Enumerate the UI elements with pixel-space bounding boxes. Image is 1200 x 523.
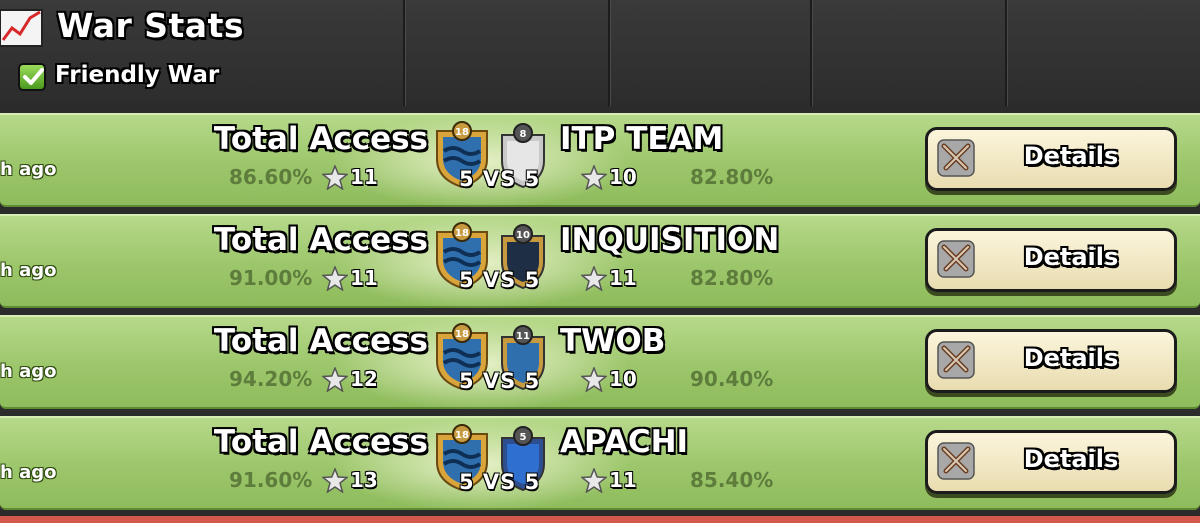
clan-stars-count: 13 — [350, 468, 378, 492]
war-score: 5 VS 5 — [459, 470, 541, 494]
friendly-war-label[interactable]: Friendly War — [55, 62, 219, 88]
opponent-level: 5 — [520, 432, 527, 443]
opponent-stars: 11 — [581, 265, 637, 291]
opponent-stars-count: 10 — [609, 367, 637, 391]
clan-stars: 13 — [322, 467, 378, 493]
opponent-level: 10 — [516, 230, 530, 241]
chart-icon — [0, 9, 43, 47]
clan-stars: 12 — [322, 366, 378, 392]
header-divider — [608, 0, 610, 106]
clan-name: Total Access — [213, 121, 428, 157]
opponent-destruction-percent: 82.80% — [690, 165, 774, 189]
clan-level: 18 — [455, 127, 469, 138]
next-row-edge — [0, 516, 1200, 523]
opponent-name: ITP TEAM — [560, 121, 724, 157]
time-ago: h ago — [0, 462, 57, 483]
clan-stars-count: 11 — [350, 165, 378, 189]
time-ago: h ago — [0, 361, 57, 382]
star-icon — [581, 265, 607, 291]
header-divider — [810, 0, 812, 106]
war-row: h ago Total Access 86.60% 11 18 8 5 VS 5… — [0, 113, 1200, 209]
details-label[interactable]: Details — [928, 445, 1174, 473]
war-row: h ago Total Access 94.20% 12 18 11 5 VS … — [0, 315, 1200, 411]
header-bar: War Stats Friendly War — [0, 0, 1200, 106]
checkmark-icon — [23, 68, 44, 85]
opponent-name: INQUISITION — [560, 222, 780, 258]
clan-name: Total Access — [213, 424, 428, 460]
war-row: h ago Total Access 91.00% 11 18 10 5 VS … — [0, 214, 1200, 310]
clan-stars: 11 — [322, 164, 378, 190]
war-score: 5 VS 5 — [459, 268, 541, 292]
clan-stars-count: 12 — [350, 367, 378, 391]
clan-level: 18 — [455, 329, 469, 340]
clan-name: Total Access — [213, 323, 428, 359]
opponent-name: TWOB — [560, 323, 666, 359]
details-label[interactable]: Details — [928, 344, 1174, 372]
details-label[interactable]: Details — [928, 142, 1174, 170]
header-divider — [403, 0, 405, 106]
opponent-destruction-percent: 82.80% — [690, 266, 774, 290]
clan-destruction-percent: 91.00% — [229, 266, 313, 290]
star-icon — [581, 366, 607, 392]
opponent-stars-count: 10 — [609, 165, 637, 189]
page-title: War Stats — [57, 6, 244, 45]
clan-stars-count: 11 — [350, 266, 378, 290]
opponent-stars: 10 — [581, 366, 637, 392]
opponent-stars-count: 11 — [609, 266, 637, 290]
war-score: 5 VS 5 — [459, 369, 541, 393]
details-label[interactable]: Details — [928, 243, 1174, 271]
star-icon — [322, 467, 348, 493]
friendly-war-checkbox[interactable] — [18, 63, 46, 91]
star-icon — [581, 164, 607, 190]
clan-destruction-percent: 94.20% — [229, 367, 313, 391]
star-icon — [322, 366, 348, 392]
details-button[interactable]: Details — [925, 228, 1177, 292]
clan-level: 18 — [455, 430, 469, 441]
opponent-level: 8 — [520, 129, 527, 140]
opponent-name: APACHI — [560, 424, 689, 460]
opponent-destruction-percent: 90.40% — [690, 367, 774, 391]
clan-destruction-percent: 91.60% — [229, 468, 313, 492]
clan-name: Total Access — [213, 222, 428, 258]
star-icon — [322, 265, 348, 291]
header-divider — [1005, 0, 1007, 106]
time-ago: h ago — [0, 260, 57, 281]
opponent-level: 11 — [516, 331, 530, 342]
details-button[interactable]: Details — [925, 329, 1177, 393]
star-icon — [581, 467, 607, 493]
clan-destruction-percent: 86.60% — [229, 165, 313, 189]
opponent-destruction-percent: 85.40% — [690, 468, 774, 492]
opponent-stars: 11 — [581, 467, 637, 493]
clan-stars: 11 — [322, 265, 378, 291]
clan-level: 18 — [455, 228, 469, 239]
details-button[interactable]: Details — [925, 430, 1177, 494]
details-button[interactable]: Details — [925, 127, 1177, 191]
time-ago: h ago — [0, 159, 57, 180]
war-row: h ago Total Access 91.60% 13 18 5 5 VS 5… — [0, 416, 1200, 512]
opponent-stars-count: 11 — [609, 468, 637, 492]
opponent-stars: 10 — [581, 164, 637, 190]
star-icon — [322, 164, 348, 190]
war-score: 5 VS 5 — [459, 167, 541, 191]
